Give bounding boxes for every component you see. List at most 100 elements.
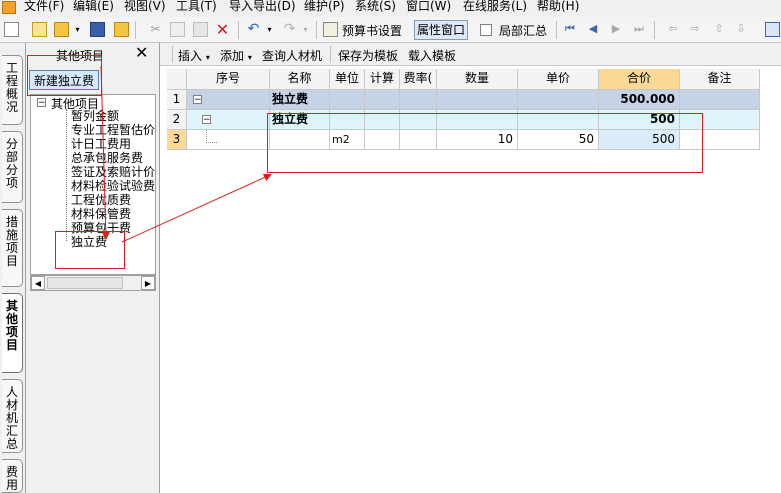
row-remark-cell[interactable] (680, 90, 760, 110)
cut-icon[interactable]: ✂ (148, 22, 163, 37)
open-folder-icon[interactable] (54, 22, 69, 37)
row-seq-cell[interactable]: − (187, 110, 270, 130)
copy-icon[interactable] (170, 22, 185, 37)
tab-divisional-items[interactable]: 分部分项 (2, 131, 23, 203)
tree-item-specialty-estimate[interactable]: 专业工程暂估价 (71, 124, 155, 137)
column-header-unit-price[interactable]: 单价 (518, 69, 599, 90)
save-template-button[interactable]: 保存为模板 (338, 47, 398, 64)
row-collapse-icon[interactable]: − (202, 115, 211, 125)
tree-collapse-icon[interactable]: − (37, 98, 46, 108)
tree-item-daywork[interactable]: 计日工费用 (71, 138, 131, 151)
row-name-cell[interactable]: 独立费 (270, 110, 330, 130)
menu-help[interactable]: 帮助(H) (537, 0, 579, 14)
row-collapse-icon[interactable]: − (193, 95, 202, 105)
tab-fees[interactable]: 费用 (2, 459, 23, 493)
tab-project-overview[interactable]: 工程概况 (2, 55, 23, 125)
tab-labor-material-summary[interactable]: 人材机汇总 (2, 379, 23, 453)
menu-window[interactable]: 窗口(W) (406, 0, 451, 14)
grid-view-icon[interactable] (765, 22, 780, 37)
tree-item-material-testing[interactable]: 材料检验试验费 (71, 180, 155, 193)
last-record-icon[interactable]: ⏭ (632, 22, 646, 36)
menu-view[interactable]: 视图(V) (124, 0, 166, 14)
redo-icon[interactable]: ↷ (282, 22, 297, 37)
tree-horizontal-scrollbar[interactable]: ◀ ▶ (30, 275, 156, 291)
property-window-toggle[interactable]: 属性窗口 (414, 20, 469, 40)
row-total-cell[interactable]: 500 (599, 130, 680, 150)
move-right-icon[interactable]: ⇨ (688, 22, 702, 36)
menu-system[interactable]: 系统(S) (355, 0, 396, 14)
row-quantity-cell[interactable] (437, 90, 518, 110)
scroll-thumb[interactable] (47, 277, 123, 289)
move-down-icon[interactable]: ⇩ (734, 22, 748, 36)
new-project-icon[interactable] (32, 22, 47, 37)
column-header-quantity[interactable]: 数量 (437, 69, 518, 90)
tree-item-quality-fee[interactable]: 工程优质费 (71, 194, 131, 207)
move-up-icon[interactable]: ⇧ (712, 22, 726, 36)
column-header-remark[interactable]: 备注 (680, 69, 760, 90)
row-price-cell[interactable] (518, 110, 599, 130)
tree-item-material-storage[interactable]: 材料保管费 (71, 208, 131, 221)
row-rate-cell[interactable] (400, 130, 437, 150)
tab-other-items[interactable]: 其他项目 (2, 293, 23, 373)
menu-tools[interactable]: 工具(T) (176, 0, 217, 14)
tree-item-independent-fee[interactable]: 独立费 (71, 236, 107, 249)
tab-measure-items[interactable]: 措施项目 (2, 209, 23, 287)
previous-record-icon[interactable]: ◀ (586, 22, 600, 36)
row-name-cell[interactable] (270, 130, 330, 150)
row-calc-cell[interactable] (365, 90, 400, 110)
paste-icon[interactable] (193, 22, 208, 37)
menu-online-service[interactable]: 在线服务(L) (463, 0, 527, 14)
budget-settings-button[interactable]: 预算书设置 (342, 22, 402, 39)
menu-edit[interactable]: 编辑(E) (73, 0, 114, 14)
column-header-total[interactable]: 合价 (599, 69, 680, 90)
menu-import-export[interactable]: 导入导出(D) (229, 0, 296, 14)
redo-dropdown-icon[interactable]: ▾ (298, 22, 313, 37)
row-remark-cell[interactable] (680, 130, 760, 150)
row-name-cell[interactable]: 独立费 (270, 90, 330, 110)
dropdown-arrow-icon[interactable]: ▾ (70, 22, 85, 37)
insert-menu[interactable]: 插入 ▾ (178, 47, 210, 64)
row-price-cell[interactable] (518, 90, 599, 110)
first-record-icon[interactable]: ⏮ (563, 22, 577, 36)
row-quantity-cell[interactable]: 10 (437, 130, 518, 150)
column-header-rate[interactable]: 费率( (400, 69, 437, 90)
row-unit-cell[interactable] (330, 90, 365, 110)
row-remark-cell[interactable] (680, 110, 760, 130)
row-price-cell[interactable]: 50 (518, 130, 599, 150)
tree-item-general-contract-service[interactable]: 总承包服务费 (71, 152, 143, 165)
column-header-seq[interactable]: 序号 (187, 69, 270, 90)
row-total-cell[interactable]: 500.000 (599, 90, 680, 110)
scroll-right-icon[interactable]: ▶ (141, 276, 155, 290)
query-materials-button[interactable]: 查询人材机 (262, 47, 322, 64)
move-left-icon[interactable]: ⇦ (666, 22, 680, 36)
delete-icon[interactable]: ✕ (215, 22, 230, 38)
row-total-cell[interactable]: 500 (599, 110, 680, 130)
new-independent-fee-button[interactable]: 新建独立费 (29, 70, 99, 90)
tree-item-provisional-sum[interactable]: 暂列金额 (71, 110, 119, 123)
row-number[interactable]: 3 (167, 130, 187, 150)
row-unit-cell[interactable] (330, 110, 365, 130)
tree-item-budget-lump-sum[interactable]: 预算包干费 (71, 222, 131, 235)
column-header-unit[interactable]: 单位 (330, 69, 365, 90)
row-seq-cell[interactable]: − (187, 90, 270, 110)
column-header-calc[interactable]: 计算 (365, 69, 400, 90)
menu-maintain[interactable]: 维护(P) (304, 0, 345, 14)
column-header-name[interactable]: 名称 (270, 69, 330, 90)
undo-icon[interactable]: ↶ (246, 22, 261, 37)
undo-dropdown-icon[interactable]: ▾ (262, 22, 277, 37)
next-record-icon[interactable]: ▶ (609, 22, 623, 36)
tree-item-visa-claim[interactable]: 签证及索赔计价 (71, 166, 155, 179)
row-rate-cell[interactable] (400, 90, 437, 110)
row-seq-cell[interactable] (187, 130, 270, 150)
row-calc-cell[interactable] (365, 130, 400, 150)
new-file-icon[interactable] (4, 22, 19, 37)
row-unit-cell[interactable]: m2 (330, 130, 365, 150)
row-number[interactable]: 1 (167, 90, 187, 110)
row-rate-cell[interactable] (400, 110, 437, 130)
save-icon[interactable] (90, 22, 105, 37)
partial-summary-checkbox[interactable] (480, 24, 492, 36)
load-template-button[interactable]: 载入模板 (408, 47, 456, 64)
row-number[interactable]: 2 (167, 110, 187, 130)
row-quantity-cell[interactable] (437, 110, 518, 130)
add-menu[interactable]: 添加 ▾ (220, 47, 252, 64)
